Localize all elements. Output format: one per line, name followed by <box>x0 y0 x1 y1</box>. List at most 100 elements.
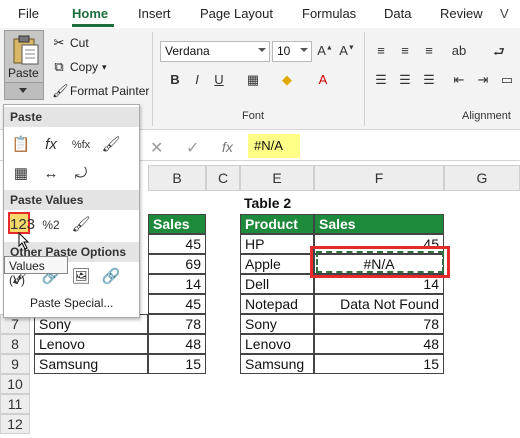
values-source-formatting-icon[interactable]: 🖌 <box>70 214 92 236</box>
table1-product-cell[interactable]: Samsung <box>34 354 148 374</box>
tab-page-layout[interactable]: Page Layout <box>200 6 273 21</box>
row-header-12[interactable]: 12 <box>0 414 30 434</box>
tooltip: Values (V) <box>4 256 68 287</box>
italic-button[interactable]: I <box>188 72 206 87</box>
table2-sales-cell[interactable]: 78 <box>314 314 444 334</box>
highlight-box <box>310 246 450 278</box>
cursor-icon <box>18 232 30 250</box>
decrease-font-icon[interactable]: A▼ <box>338 43 356 58</box>
picture-icon[interactable]: 🖼 <box>70 266 92 288</box>
tab-view[interactable]: V <box>500 6 509 21</box>
increase-font-icon[interactable]: A▲ <box>316 43 334 58</box>
decrease-indent-icon[interactable]: ⇤ <box>450 72 468 88</box>
tab-insert[interactable]: Insert <box>138 6 171 21</box>
table1-header-sales[interactable]: Sales <box>148 214 206 234</box>
row-header-10[interactable]: 10 <box>0 374 30 394</box>
group-divider <box>152 32 153 126</box>
formula-input[interactable]: #N/A <box>248 134 300 158</box>
cancel-icon[interactable]: ✕ <box>150 138 163 158</box>
column-header-e[interactable]: E <box>240 165 314 191</box>
table2-product-cell[interactable]: Dell <box>240 274 314 294</box>
chevron-down-icon <box>300 48 308 52</box>
values-number-formatting-icon[interactable]: %2 <box>40 214 62 236</box>
increase-indent-icon[interactable]: ⇥ <box>474 72 492 88</box>
paste-section-header: Paste <box>4 107 139 127</box>
align-left-icon[interactable]: ☰ <box>372 72 390 88</box>
chevron-down-icon <box>258 48 266 52</box>
merge-center-icon[interactable]: ▭ <box>498 72 516 88</box>
active-tab-indicator <box>72 24 114 27</box>
clipboard-icon <box>13 35 39 65</box>
table2-product-cell[interactable]: Apple <box>240 254 314 274</box>
align-center-icon[interactable]: ☰ <box>396 72 414 88</box>
table2-sales-cell[interactable]: 48 <box>314 334 444 354</box>
orientation-icon[interactable]: ab <box>450 43 468 58</box>
alignment-group-label: Alignment <box>462 110 511 122</box>
keep-column-widths-icon[interactable]: ↔ <box>40 163 62 185</box>
fill-color-icon[interactable]: ◆ <box>278 72 296 88</box>
table1-sales-cell[interactable]: 45 <box>148 294 206 314</box>
paste-label: Paste <box>8 66 39 80</box>
table2-sales-cell[interactable]: Data Not Found <box>314 294 444 314</box>
table2-sales-cell[interactable]: 15 <box>314 354 444 374</box>
table1-sales-cell[interactable]: 48 <box>148 334 206 354</box>
paste-icon[interactable]: 📋 <box>10 134 32 156</box>
insert-function-button[interactable]: fx <box>222 139 233 155</box>
row-header-11[interactable]: 11 <box>0 394 30 414</box>
font-name-combo[interactable]: Verdana <box>160 41 270 62</box>
borders-icon[interactable]: ▦ <box>244 72 262 88</box>
tab-file[interactable]: File <box>18 6 39 21</box>
enter-icon[interactable]: ✓ <box>186 138 199 158</box>
table1-sales-cell[interactable]: 45 <box>148 234 206 254</box>
transpose-icon[interactable]: ⤾ <box>70 163 92 185</box>
font-name-value: Verdana <box>165 44 210 58</box>
paste-formulas-number-format-icon[interactable]: %fx <box>70 134 92 156</box>
column-header-b[interactable]: B <box>148 165 206 191</box>
format-painter-button[interactable]: 🖌 Format Painter <box>52 83 150 99</box>
align-bottom-icon[interactable]: ≡ <box>420 43 438 58</box>
table2-product-cell[interactable]: HP <box>240 234 314 254</box>
no-borders-icon[interactable]: ▦ <box>10 163 32 185</box>
table1-sales-cell[interactable]: 69 <box>148 254 206 274</box>
wrap-text-icon[interactable]: ⮐ <box>490 43 508 65</box>
tab-review[interactable]: Review <box>440 6 483 21</box>
font-size-combo[interactable]: 10 <box>272 41 312 62</box>
chevron-down-icon <box>19 88 27 93</box>
font-color-icon[interactable]: A <box>314 72 332 87</box>
copy-button[interactable]: ⧉ Copy ▾ <box>52 60 107 75</box>
underline-button[interactable]: U <box>210 72 228 87</box>
bold-button[interactable]: B <box>166 72 184 87</box>
copy-dropdown-icon[interactable]: ▾ <box>102 62 107 73</box>
paste-formulas-icon[interactable]: fx <box>40 134 62 156</box>
paste-special-item[interactable]: Paste Special... <box>30 296 113 310</box>
paintbrush-icon: 🖌 <box>52 83 69 98</box>
tab-data[interactable]: Data <box>384 6 411 21</box>
keep-source-formatting-icon[interactable]: 🖌 <box>100 134 122 156</box>
column-header-f[interactable]: F <box>314 165 444 191</box>
table1-product-cell[interactable]: Lenovo <box>34 334 148 354</box>
align-right-icon[interactable]: ☰ <box>420 72 438 88</box>
linked-picture-icon[interactable]: 🔗 <box>100 266 122 288</box>
table2-product-cell[interactable]: Samsung <box>240 354 314 374</box>
table2-header-product[interactable]: Product <box>240 214 314 234</box>
table1-sales-cell[interactable]: 15 <box>148 354 206 374</box>
table1-sales-cell[interactable]: 78 <box>148 314 206 334</box>
table1-sales-cell[interactable]: 14 <box>148 274 206 294</box>
tab-formulas[interactable]: Formulas <box>302 6 356 21</box>
table2-product-cell[interactable]: Notepad <box>240 294 314 314</box>
font-size-value: 10 <box>277 44 291 58</box>
table2-title: Table 2 <box>244 195 292 211</box>
column-header-g[interactable]: G <box>444 165 520 191</box>
table2-header-sales[interactable]: Sales <box>314 214 444 234</box>
tab-home[interactable]: Home <box>72 6 108 21</box>
row-header-8[interactable]: 8 <box>0 334 30 354</box>
row-header-9[interactable]: 9 <box>0 354 30 374</box>
paste-values-icon[interactable]: 123 <box>8 212 35 234</box>
align-middle-icon[interactable]: ≡ <box>396 43 414 58</box>
table2-product-cell[interactable]: Sony <box>240 314 314 334</box>
table2-product-cell[interactable]: Lenovo <box>240 334 314 354</box>
format-painter-label: Format Painter <box>70 84 150 98</box>
align-top-icon[interactable]: ≡ <box>372 43 390 58</box>
column-header-c[interactable]: C <box>206 165 240 191</box>
cut-button[interactable]: ✂ Cut <box>52 36 89 51</box>
